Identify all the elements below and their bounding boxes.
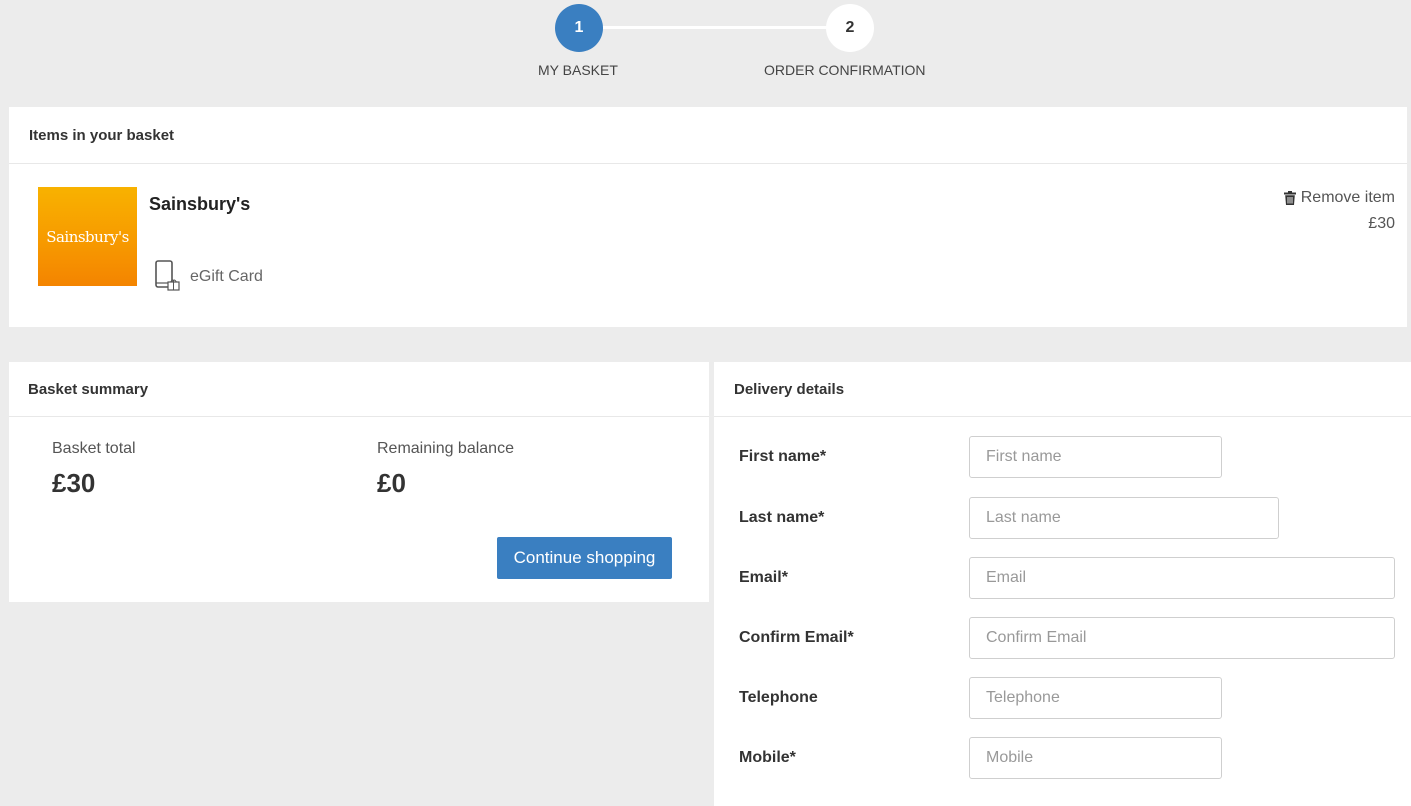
remaining-balance: Remaining balance £0: [377, 440, 514, 499]
basket-total-value: £30: [52, 468, 96, 498]
remove-item-button[interactable]: Remove item: [1283, 189, 1395, 207]
mobile-gift-icon: [154, 260, 182, 294]
basket-items-header: Items in your basket: [9, 107, 1407, 164]
first-name-row: First name*: [714, 436, 1411, 478]
delivery-details-header: Delivery details: [714, 362, 1411, 417]
step-2-label: ORDER CONFIRMATION: [764, 62, 926, 78]
trash-icon: [1283, 191, 1296, 205]
confirm-email-input[interactable]: [969, 617, 1395, 659]
remaining-balance-value: £0: [377, 468, 406, 498]
delivery-details-panel: Delivery details First name* Last name* …: [714, 362, 1411, 806]
last-name-label: Last name*: [739, 509, 825, 526]
remaining-balance-label: Remaining balance: [377, 440, 514, 457]
basket-summary-panel: Basket summary Basket total £30 Remainin…: [9, 362, 709, 602]
step-2-circle: 2: [826, 4, 874, 52]
telephone-input[interactable]: [969, 677, 1222, 719]
last-name-row: Last name*: [714, 497, 1411, 539]
confirm-email-label: Confirm Email*: [739, 629, 854, 646]
item-type: eGift Card: [154, 260, 263, 294]
checkout-stepper: 1 2 MY BASKET ORDER CONFIRMATION: [0, 0, 1411, 106]
stepper-connector: [600, 26, 830, 29]
telephone-label: Telephone: [739, 689, 818, 706]
remove-item-label: Remove item: [1300, 189, 1395, 206]
basket-total: Basket total £30: [52, 440, 136, 499]
item-price: £30: [1368, 215, 1395, 232]
basket-items-panel: Items in your basket Sainsbury's Sainsbu…: [9, 107, 1407, 327]
email-row: Email*: [714, 557, 1411, 599]
basket-summary-header: Basket summary: [9, 362, 709, 417]
mobile-input[interactable]: [969, 737, 1222, 779]
step-1-circle: 1: [555, 4, 603, 52]
email-input[interactable]: [969, 557, 1395, 599]
confirm-email-row: Confirm Email*: [714, 617, 1411, 659]
logo-text: Sainsbury's: [46, 227, 129, 246]
first-name-input[interactable]: [969, 436, 1222, 478]
email-label: Email*: [739, 569, 788, 586]
sainsburys-logo: Sainsbury's: [38, 187, 137, 286]
basket-total-label: Basket total: [52, 440, 136, 457]
step-1-label: MY BASKET: [538, 62, 618, 78]
item-name: Sainsbury's: [149, 194, 251, 214]
last-name-input[interactable]: [969, 497, 1279, 539]
mobile-row: Mobile*: [714, 737, 1411, 779]
first-name-label: First name*: [739, 448, 827, 465]
telephone-row: Telephone: [714, 677, 1411, 719]
mobile-label: Mobile*: [739, 749, 796, 766]
item-type-label: eGift Card: [190, 268, 263, 285]
continue-shopping-button[interactable]: Continue shopping: [497, 537, 672, 579]
